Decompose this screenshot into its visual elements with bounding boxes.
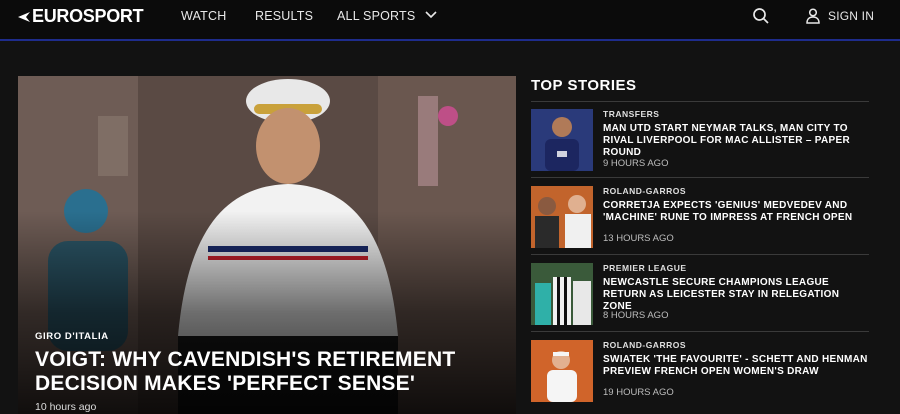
story-timestamp: 19 HOURS AGO: [603, 387, 674, 398]
search-icon[interactable]: [752, 7, 770, 25]
divider: [531, 331, 869, 332]
user-icon: [806, 8, 820, 24]
nav-results[interactable]: RESULTS: [255, 9, 313, 23]
story-item[interactable]: ROLAND-GARROS SWIATEK 'THE FAVOURITE' - …: [531, 333, 869, 409]
hero-timestamp: 10 hours ago: [35, 401, 97, 413]
story-category[interactable]: PREMIER LEAGUE: [603, 263, 687, 273]
nav-all-sports[interactable]: ALL SPORTS: [337, 9, 437, 23]
divider: [531, 254, 869, 255]
story-title[interactable]: MAN UTD START NEYMAR TALKS, MAN CITY TO …: [603, 123, 869, 159]
story-category[interactable]: TRANSFERS: [603, 109, 659, 119]
story-category[interactable]: ROLAND-GARROS: [603, 186, 686, 196]
story-thumbnail: [531, 109, 593, 171]
story-thumbnail: [531, 263, 593, 325]
sign-in-label: SIGN IN: [828, 9, 875, 23]
story-timestamp: 8 HOURS AGO: [603, 310, 669, 321]
story-title[interactable]: SWIATEK 'THE FAVOURITE' - SCHETT AND HEN…: [603, 354, 869, 378]
nav-all-sports-label: ALL SPORTS: [337, 9, 416, 23]
hero-article[interactable]: GIRO D'ITALIA VOIGT: WHY CAVENDISH'S RET…: [18, 76, 516, 414]
nav-watch[interactable]: WATCH: [181, 9, 226, 23]
eurosport-logo[interactable]: EUROSPORT: [17, 5, 144, 27]
divider: [531, 177, 869, 178]
top-stories-heading: TOP STORIES: [531, 77, 637, 94]
top-nav-bar: EUROSPORT WATCH RESULTS ALL SPORTS SIGN …: [0, 0, 900, 41]
chevron-down-icon: [425, 11, 437, 19]
story-timestamp: 13 HOURS AGO: [603, 233, 674, 244]
story-category[interactable]: ROLAND-GARROS: [603, 340, 686, 350]
story-title[interactable]: NEWCASTLE SECURE CHAMPIONS LEAGUE RETURN…: [603, 277, 869, 313]
story-title[interactable]: CORRETJA EXPECTS 'GENIUS' MEDVEDEV AND '…: [603, 200, 869, 224]
story-item[interactable]: PREMIER LEAGUE NEWCASTLE SECURE CHAMPION…: [531, 256, 869, 332]
logo-mark-icon: [18, 12, 30, 22]
hero-title[interactable]: VOIGT: WHY CAVENDISH'S RETIREMENT DECISI…: [35, 348, 485, 396]
story-thumbnail: [531, 186, 593, 248]
story-item[interactable]: ROLAND-GARROS CORRETJA EXPECTS 'GENIUS' …: [531, 179, 869, 255]
hero-category[interactable]: GIRO D'ITALIA: [35, 331, 109, 342]
story-item[interactable]: TRANSFERS MAN UTD START NEYMAR TALKS, MA…: [531, 102, 869, 178]
story-thumbnail: [531, 340, 593, 402]
sign-in-button[interactable]: SIGN IN: [806, 7, 874, 25]
story-timestamp: 9 HOURS AGO: [603, 158, 669, 169]
logo-text: EUROSPORT: [32, 6, 144, 26]
